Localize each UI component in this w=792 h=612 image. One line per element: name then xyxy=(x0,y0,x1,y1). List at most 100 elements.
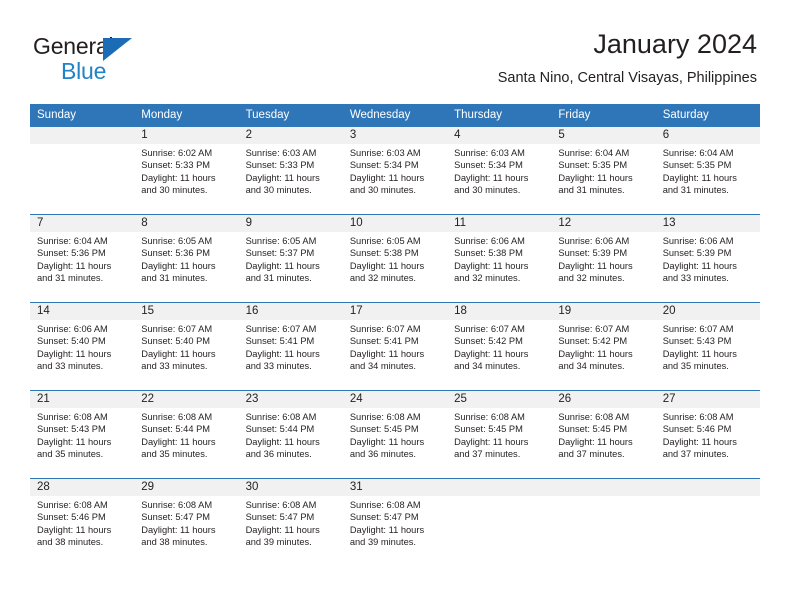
day-sun-info: Sunrise: 6:08 AM Sunset: 5:47 PM Daylight:… xyxy=(239,496,343,549)
calendar-day-cell[interactable]: 6 Sunrise: 6:04 AM Sunset: 5:35 PM Daylight… xyxy=(655,127,760,215)
calendar-day-cell[interactable]: 17 Sunrise: 6:07 AM Sunset: 5:41 PM Dayligh… xyxy=(342,302,448,391)
day-sun-info: Sunrise: 6:07 AM Sunset: 5:42 PM Daylight:… xyxy=(551,320,655,373)
day-info-sunrise: Sunrise: 6:08 AM xyxy=(349,500,421,510)
day-sun-info: Sunrise: 6:03 AM Sunset: 5:34 PM Daylight:… xyxy=(447,144,551,197)
calendar-day-cell[interactable]: 16 Sunrise: 6:07 AM Sunset: 5:41 PM Dayligh… xyxy=(238,302,343,391)
calendar-day-cell[interactable]: 8 Sunrise: 6:05 AM Sunset: 5:36 PM Daylight… xyxy=(134,214,239,303)
day-cell-inner: 4 Sunrise: 6:03 AM Sunset: 5:34 PM Daylight… xyxy=(447,127,552,214)
day-number: 5 xyxy=(551,127,656,144)
day-sun-info: Sunrise: 6:08 AM Sunset: 5:47 PM Daylight:… xyxy=(343,496,447,549)
calendar-day-cell[interactable]: 1 Sunrise: 6:02 AM Sunset: 5:33 PM Daylight… xyxy=(134,127,239,215)
day-cell-inner: 11 Sunrise: 6:06 AM Sunset: 5:38 PM Dayligh… xyxy=(447,215,552,302)
day-info-daylight1: Daylight: 11 hours xyxy=(141,260,216,271)
day-cell-inner xyxy=(447,479,552,565)
day-number: 17 xyxy=(342,303,448,320)
day-info-sunset: Sunset: 5:33 PM xyxy=(141,160,211,171)
day-number: 4 xyxy=(447,127,552,144)
day-info-sunrise: Sunrise: 6:03 AM xyxy=(245,148,317,158)
day-number: 14 xyxy=(30,303,135,320)
day-number: 12 xyxy=(551,215,656,232)
day-sun-info: Sunrise: 6:07 AM Sunset: 5:41 PM Daylight:… xyxy=(343,320,447,373)
calendar-day-cell[interactable]: 28 Sunrise: 6:08 AM Sunset: 5:46 PM Dayligh… xyxy=(30,478,135,565)
weekday-header-wednesday: Wednesday xyxy=(342,104,448,127)
calendar-day-cell[interactable]: 26 Sunrise: 6:08 AM Sunset: 5:45 PM Dayligh… xyxy=(551,390,656,479)
day-info-daylight2: and 31 minutes. xyxy=(245,273,312,284)
day-info-sunrise: Sunrise: 6:06 AM xyxy=(37,324,108,334)
day-info-daylight2: and 30 minutes. xyxy=(349,185,416,196)
day-info-sunset: Sunset: 5:40 PM xyxy=(141,336,211,347)
weekday-header-saturday: Saturday xyxy=(655,104,760,127)
page-title: January 2024 xyxy=(593,29,757,59)
calendar-day-cell[interactable]: 13 Sunrise: 6:06 AM Sunset: 5:39 PM Dayligh… xyxy=(655,214,760,303)
calendar-body: 1 Sunrise: 6:02 AM Sunset: 5:33 PM Daylight… xyxy=(30,127,760,565)
calendar-day-cell[interactable]: 15 Sunrise: 6:07 AM Sunset: 5:40 PM Dayligh… xyxy=(134,302,239,391)
calendar-day-cell[interactable]: 3 Sunrise: 6:03 AM Sunset: 5:34 PM Daylight… xyxy=(342,127,448,215)
day-info-daylight2: and 32 minutes. xyxy=(558,273,625,284)
calendar-day-cell[interactable]: 2 Sunrise: 6:03 AM Sunset: 5:33 PM Daylight… xyxy=(238,127,343,215)
day-info-sunset: Sunset: 5:37 PM xyxy=(245,248,315,259)
calendar-day-cell[interactable]: 20 Sunrise: 6:07 AM Sunset: 5:43 PM Dayligh… xyxy=(655,302,760,391)
day-number: 30 xyxy=(238,479,343,496)
day-info-sunset: Sunset: 5:43 PM xyxy=(662,336,732,347)
calendar-day-cell[interactable]: 11 Sunrise: 6:06 AM Sunset: 5:38 PM Dayligh… xyxy=(447,214,552,303)
calendar-day-cell[interactable]: 23 Sunrise: 6:08 AM Sunset: 5:44 PM Dayligh… xyxy=(238,390,343,479)
day-info-daylight1: Daylight: 11 hours xyxy=(558,348,633,359)
day-sun-info: Sunrise: 6:06 AM Sunset: 5:40 PM Daylight:… xyxy=(30,320,134,373)
day-info-sunset: Sunset: 5:44 PM xyxy=(141,424,211,435)
day-info-daylight1: Daylight: 11 hours xyxy=(245,260,320,271)
day-info-sunrise: Sunrise: 6:08 AM xyxy=(558,412,630,422)
weekday-header-tuesday: Tuesday xyxy=(238,104,343,127)
day-sun-info: Sunrise: 6:08 AM Sunset: 5:43 PM Daylight:… xyxy=(30,408,134,461)
calendar-day-cell[interactable]: 25 Sunrise: 6:08 AM Sunset: 5:45 PM Dayligh… xyxy=(447,390,552,479)
weekday-header-friday: Friday xyxy=(551,104,656,127)
day-number: 13 xyxy=(655,215,760,232)
day-info-daylight1: Daylight: 11 hours xyxy=(141,524,216,535)
day-cell-inner: 16 Sunrise: 6:07 AM Sunset: 5:41 PM Dayligh… xyxy=(238,303,343,390)
day-number: 9 xyxy=(238,215,343,232)
calendar-day-cell[interactable]: 14 Sunrise: 6:06 AM Sunset: 5:40 PM Dayligh… xyxy=(30,302,135,391)
location-subtitle: Santa Nino, Central Visayas, Philippines xyxy=(497,70,757,86)
day-cell-inner: 12 Sunrise: 6:06 AM Sunset: 5:39 PM Dayligh… xyxy=(551,215,656,302)
day-info-sunrise: Sunrise: 6:05 AM xyxy=(245,236,317,246)
day-info-sunset: Sunset: 5:35 PM xyxy=(558,160,628,171)
calendar-day-cell[interactable]: 9 Sunrise: 6:05 AM Sunset: 5:37 PM Daylight… xyxy=(238,214,343,303)
day-sun-info: Sunrise: 6:07 AM Sunset: 5:41 PM Daylight:… xyxy=(239,320,343,373)
day-cell-inner: 20 Sunrise: 6:07 AM Sunset: 5:43 PM Dayligh… xyxy=(655,303,760,390)
calendar-day-cell[interactable]: 22 Sunrise: 6:08 AM Sunset: 5:44 PM Dayligh… xyxy=(134,390,239,479)
day-cell-inner: 3 Sunrise: 6:03 AM Sunset: 5:34 PM Daylight… xyxy=(342,127,448,214)
day-cell-inner: 31 Sunrise: 6:08 AM Sunset: 5:47 PM Dayligh… xyxy=(342,479,448,565)
calendar-day-cell[interactable]: 27 Sunrise: 6:08 AM Sunset: 5:46 PM Dayligh… xyxy=(655,390,760,479)
day-cell-inner xyxy=(655,479,760,565)
calendar-day-cell[interactable]: 18 Sunrise: 6:07 AM Sunset: 5:42 PM Dayligh… xyxy=(447,302,552,391)
day-sun-info: Sunrise: 6:04 AM Sunset: 5:36 PM Daylight:… xyxy=(30,232,134,285)
day-info-daylight2: and 35 minutes. xyxy=(141,449,208,460)
calendar-day-cell[interactable]: 29 Sunrise: 6:08 AM Sunset: 5:47 PM Dayligh… xyxy=(134,478,239,565)
day-info-sunset: Sunset: 5:35 PM xyxy=(662,160,732,171)
calendar-day-cell[interactable]: 7 Sunrise: 6:04 AM Sunset: 5:36 PM Daylight… xyxy=(30,214,135,303)
calendar-day-cell[interactable]: 19 Sunrise: 6:07 AM Sunset: 5:42 PM Dayligh… xyxy=(551,302,656,391)
day-info-daylight2: and 33 minutes. xyxy=(37,361,104,372)
calendar-day-cell[interactable]: 5 Sunrise: 6:04 AM Sunset: 5:35 PM Daylight… xyxy=(551,127,656,215)
calendar-day-cell[interactable]: 21 Sunrise: 6:08 AM Sunset: 5:43 PM Dayligh… xyxy=(30,390,135,479)
day-info-sunrise: Sunrise: 6:04 AM xyxy=(662,148,734,158)
day-info-daylight1: Daylight: 11 hours xyxy=(37,524,112,535)
day-number: 27 xyxy=(655,391,760,408)
calendar-day-cell[interactable]: 30 Sunrise: 6:08 AM Sunset: 5:47 PM Dayligh… xyxy=(238,478,343,565)
day-number: 8 xyxy=(134,215,239,232)
day-info-sunrise: Sunrise: 6:04 AM xyxy=(558,148,630,158)
calendar-day-cell[interactable]: 24 Sunrise: 6:08 AM Sunset: 5:45 PM Dayligh… xyxy=(342,390,448,479)
day-info-daylight2: and 37 minutes. xyxy=(662,449,729,460)
calendar-day-cell[interactable]: 12 Sunrise: 6:06 AM Sunset: 5:39 PM Dayligh… xyxy=(551,214,656,303)
day-cell-inner: 19 Sunrise: 6:07 AM Sunset: 5:42 PM Dayligh… xyxy=(551,303,656,390)
calendar-day-cell[interactable]: 10 Sunrise: 6:05 AM Sunset: 5:38 PM Dayligh… xyxy=(342,214,448,303)
day-info-daylight2: and 32 minutes. xyxy=(349,273,416,284)
day-info-daylight1: Daylight: 11 hours xyxy=(454,348,529,359)
day-cell-inner: 9 Sunrise: 6:05 AM Sunset: 5:37 PM Daylight… xyxy=(238,215,343,302)
calendar-day-cell[interactable]: 4 Sunrise: 6:03 AM Sunset: 5:34 PM Daylight… xyxy=(447,127,552,215)
day-info-daylight1: Daylight: 11 hours xyxy=(37,260,112,271)
calendar-day-cell[interactable]: 31 Sunrise: 6:08 AM Sunset: 5:47 PM Dayligh… xyxy=(342,478,448,565)
day-info-daylight1: Daylight: 11 hours xyxy=(454,260,529,271)
day-number: 31 xyxy=(342,479,448,496)
day-info-daylight2: and 38 minutes. xyxy=(37,537,104,548)
day-info-sunrise: Sunrise: 6:02 AM xyxy=(141,148,213,158)
